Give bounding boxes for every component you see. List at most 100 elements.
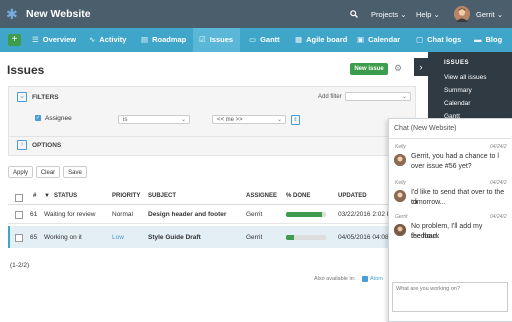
user-menu[interactable]: Gerrit ⌄ — [476, 10, 503, 19]
save-button[interactable]: Save — [63, 166, 87, 178]
search-icon[interactable] — [350, 10, 358, 20]
done-progress-fill — [286, 212, 322, 217]
pagination: (1-2/2) — [10, 262, 30, 269]
tab-roadmap[interactable]: ▤ Roadmap — [141, 28, 186, 52]
issue-id[interactable]: 65 — [30, 234, 37, 241]
add-filter-label: Add filter — [318, 94, 342, 100]
tab-label: Issues — [209, 35, 234, 44]
issue-assignee[interactable]: Gerrit — [246, 234, 262, 241]
issue-subject[interactable]: Design header and footer — [148, 211, 226, 218]
column-header-priority[interactable]: PRIORITY — [112, 193, 140, 199]
tab-label: Calendar — [368, 35, 401, 44]
filters-label: FILTERS — [32, 94, 59, 101]
chevron-down-icon: ⌄ — [400, 10, 407, 19]
activity-icon: ∿ — [89, 35, 96, 44]
issue-priority: Low — [112, 234, 124, 241]
message-time: 04/24/2 — [490, 180, 507, 186]
message-text: the hour. — [411, 233, 439, 240]
add-filter-select[interactable]: ⌄ — [345, 92, 411, 101]
projects-label: Projects — [371, 10, 399, 19]
chevron-down-icon[interactable]: ⌄ — [17, 92, 27, 102]
row-divider — [8, 223, 388, 224]
chevron-down-icon: ⌄ — [180, 117, 186, 123]
options-label: OPTIONS — [32, 142, 62, 149]
toggle-multiselect-icon[interactable]: ⇕ — [291, 115, 300, 125]
column-header-subject[interactable]: SUBJECT — [148, 193, 176, 199]
tab-gantt[interactable]: ▭ Gantt — [249, 28, 280, 52]
calendar-icon: ▣ — [357, 35, 365, 44]
value-select-text: << me >> — [217, 117, 243, 123]
column-header-status[interactable]: STATUS — [54, 193, 77, 199]
new-issue-button[interactable]: New issue — [350, 63, 388, 75]
issue-subject[interactable]: Style Guide Draft — [148, 234, 201, 241]
message-text: tomorrow... — [411, 199, 446, 206]
tab-label: Activity — [99, 35, 127, 44]
board-icon: ▦ — [295, 35, 303, 44]
app-logo-icon[interactable]: ✱ — [6, 7, 20, 21]
chat-divider — [389, 138, 511, 139]
tab-chat-logs[interactable]: ▢ Chat logs — [416, 28, 461, 52]
value-select[interactable]: << me >> ⌄ — [212, 115, 286, 124]
operator-select[interactable]: is ⌄ — [118, 115, 190, 124]
sidebar-item-summary[interactable]: Summary — [444, 87, 472, 94]
tab-agile-board[interactable]: ▦ Agile board — [295, 28, 347, 52]
gantt-icon: ▭ — [249, 35, 257, 44]
row-checkbox[interactable] — [15, 211, 23, 219]
tab-label: Chat logs — [427, 35, 462, 44]
chevron-down-icon: ⌄ — [276, 117, 282, 123]
help-menu[interactable]: Help ⌄ — [416, 10, 440, 19]
tab-label: Overview — [42, 35, 77, 44]
apply-button[interactable]: Apply — [8, 166, 33, 178]
message-author: Kelly — [395, 180, 406, 186]
column-header-id[interactable]: # — [33, 193, 36, 199]
tab-issues[interactable]: ☑ Issues — [199, 28, 233, 52]
chevron-down-icon: ⌄ — [496, 10, 504, 19]
project-title[interactable]: New Website — [26, 8, 91, 20]
done-progress-bar — [286, 212, 326, 217]
chat-message-input[interactable] — [392, 282, 508, 312]
select-all-checkbox[interactable] — [15, 194, 23, 202]
atom-link[interactable]: Atom — [370, 276, 383, 282]
row-checkbox[interactable] — [15, 234, 23, 242]
done-progress-fill — [286, 235, 294, 240]
help-label: Help — [416, 10, 432, 19]
atom-feed-icon — [362, 276, 368, 282]
tab-activity[interactable]: ∿ Activity — [89, 28, 126, 52]
column-header-updated[interactable]: UPDATED — [338, 193, 367, 199]
tab-overview[interactable]: ☰ Overview — [32, 28, 76, 52]
issue-id[interactable]: 61 — [30, 211, 37, 218]
add-button[interactable]: + — [8, 34, 21, 46]
message-text: over issue #56 yet? — [411, 163, 472, 170]
tab-blog[interactable]: ▬ Blog — [474, 28, 502, 52]
blog-icon: ▬ — [474, 35, 482, 44]
clear-button[interactable]: Clear — [36, 166, 60, 178]
projects-menu[interactable]: Projects ⌄ — [371, 10, 406, 19]
sidebar-item-view-all-issues[interactable]: View all issues — [444, 74, 487, 81]
issue-assignee[interactable]: Gerrit — [246, 211, 262, 218]
issue-status: Waiting for review — [44, 211, 96, 218]
kelly-avatar — [394, 190, 406, 202]
operator-value: is — [123, 117, 128, 123]
message-text: Gerrit, you had a chance to l — [411, 153, 499, 160]
assignee-checkbox[interactable]: ✓ — [35, 115, 41, 121]
tab-label: Blog — [485, 35, 503, 44]
roadmap-icon: ▤ — [141, 35, 149, 44]
chevron-down-icon: ⌄ — [433, 10, 440, 19]
column-header-assignee[interactable]: ASSIGNEE — [246, 193, 277, 199]
chevron-right-icon[interactable]: › — [414, 58, 428, 76]
sidebar-item-calendar[interactable]: Calendar — [444, 100, 470, 107]
checkbox-icon: ☑ — [199, 35, 206, 44]
message-time: 04/24/2 — [490, 214, 507, 220]
sort-desc-icon: ▼ — [44, 193, 50, 199]
tab-calendar[interactable]: ▣ Calendar — [357, 28, 400, 52]
list-icon: ☰ — [32, 35, 39, 44]
chevron-down-icon: ⌄ — [401, 94, 407, 100]
chevron-right-icon[interactable]: › — [17, 140, 27, 150]
message-author: Gerrit — [395, 214, 408, 220]
gerrit-avatar — [394, 224, 406, 236]
user-avatar[interactable] — [454, 6, 470, 22]
chat-icon: ▢ — [416, 35, 424, 44]
gear-icon[interactable]: ⚙ — [394, 63, 402, 74]
tab-label: Roadmap — [152, 35, 187, 44]
column-header-done[interactable]: % DONE — [286, 193, 310, 199]
